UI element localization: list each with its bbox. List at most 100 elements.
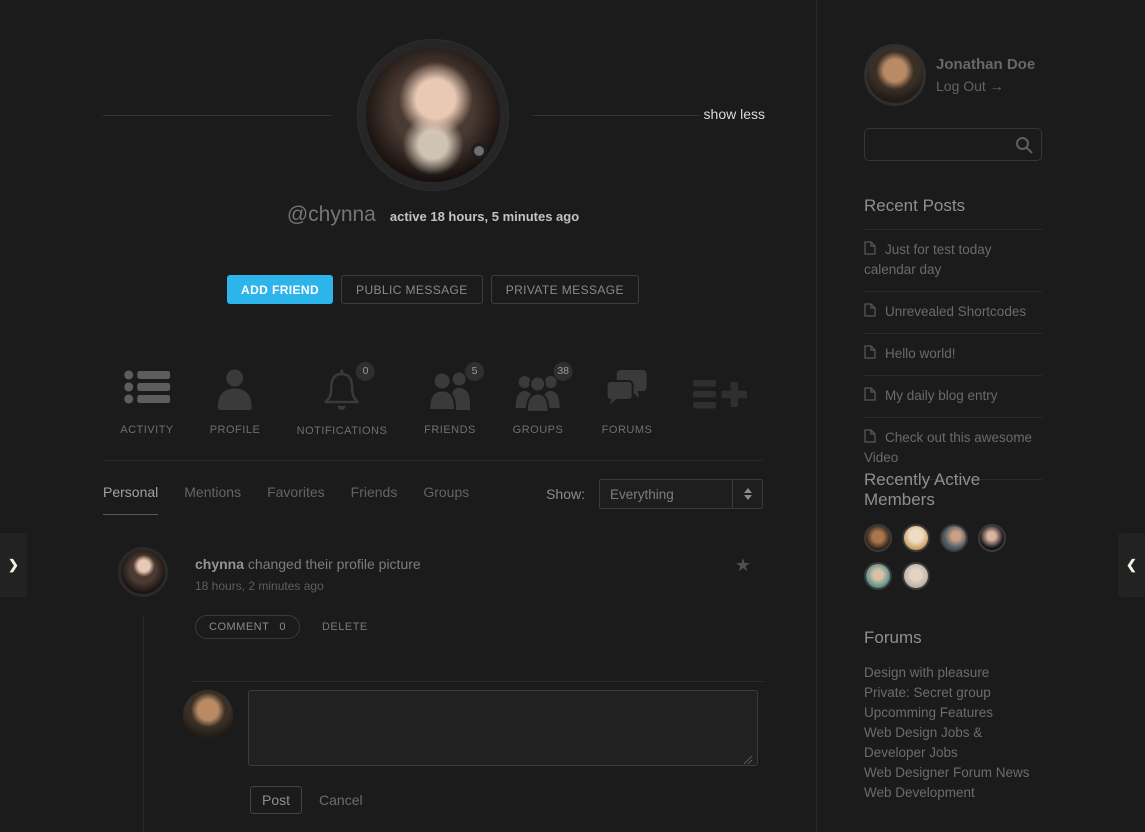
recent-post-link[interactable]: My daily blog entry bbox=[864, 376, 1042, 418]
nav-item-profile[interactable]: PROFILE bbox=[210, 368, 261, 436]
speech-bubbles-icon bbox=[605, 368, 649, 418]
recent-post-label: My daily blog entry bbox=[885, 388, 998, 403]
nav-item-add-new[interactable] bbox=[693, 376, 747, 426]
profile-actions: ADD FRIEND PUBLIC MESSAGE PRIVATE MESSAG… bbox=[103, 275, 763, 304]
header-divider-left bbox=[103, 115, 332, 116]
activity-item-actions: COMMENT 0 DELETE bbox=[195, 615, 368, 639]
activity-list-icon bbox=[124, 368, 170, 418]
active-members-widget: Recently Active Members bbox=[864, 470, 1042, 590]
document-icon bbox=[864, 431, 876, 446]
forum-link[interactable]: Design with pleasure bbox=[864, 663, 1042, 683]
delete-button[interactable]: DELETE bbox=[322, 621, 368, 633]
left-drawer-handle[interactable]: ❯ bbox=[0, 533, 27, 597]
username: @chynna bbox=[287, 203, 376, 227]
forums-title: Forums bbox=[864, 628, 1042, 648]
recent-posts-title: Recent Posts bbox=[864, 196, 1042, 216]
activity-item: chynna changed their profile picture 18 … bbox=[195, 556, 421, 593]
comment-textarea[interactable] bbox=[248, 690, 758, 766]
profile-avatar-ring bbox=[357, 39, 509, 191]
private-message-button[interactable]: PRIVATE MESSAGE bbox=[491, 275, 639, 304]
comment-count: 0 bbox=[279, 621, 286, 633]
comment-button[interactable]: COMMENT 0 bbox=[195, 615, 300, 639]
show-less-toggle[interactable]: show less bbox=[704, 106, 765, 122]
add-friend-button[interactable]: ADD FRIEND bbox=[227, 275, 333, 304]
nav-item-friends[interactable]: 5 FRIENDS bbox=[424, 368, 476, 436]
activity-author-avatar[interactable] bbox=[118, 547, 168, 597]
add-list-icon bbox=[693, 376, 747, 426]
forum-link[interactable]: Web Development bbox=[864, 783, 1042, 803]
sidebar-divider bbox=[816, 0, 817, 832]
forums-widget: Forums Design with pleasure Private: Sec… bbox=[864, 628, 1042, 803]
header-divider-right bbox=[533, 115, 700, 116]
member-avatar[interactable] bbox=[864, 562, 892, 590]
favorite-star-icon[interactable]: ★ bbox=[735, 555, 751, 576]
logout-link[interactable]: Log Out → bbox=[936, 78, 1035, 94]
person-icon bbox=[215, 368, 255, 418]
comment-form-actions: Post Cancel bbox=[250, 786, 363, 814]
activity-timestamp: 18 hours, 2 minutes ago bbox=[195, 579, 421, 593]
tab-mentions[interactable]: Mentions bbox=[184, 484, 241, 514]
recent-post-link[interactable]: Unrevealed Shortcodes bbox=[864, 292, 1042, 334]
logged-in-user-avatar[interactable] bbox=[864, 44, 926, 106]
recent-post-label: Hello world! bbox=[885, 346, 956, 361]
forum-link[interactable]: Private: Secret group bbox=[864, 683, 1042, 703]
member-avatar-grid bbox=[864, 524, 1024, 590]
member-avatar[interactable] bbox=[902, 524, 930, 552]
right-drawer-handle[interactable]: ❮ bbox=[1118, 533, 1145, 597]
recent-post-link[interactable]: Hello world! bbox=[864, 334, 1042, 376]
chevron-left-icon: ❮ bbox=[1126, 557, 1137, 573]
activity-action-text: changed their profile picture bbox=[248, 556, 421, 572]
recent-post-label: Check out this awesome Video bbox=[864, 430, 1032, 465]
tab-groups[interactable]: Groups bbox=[423, 484, 469, 514]
forum-link[interactable]: Web Designer Forum News bbox=[864, 763, 1042, 783]
activity-title: chynna changed their profile picture bbox=[195, 556, 421, 572]
profile-avatar[interactable] bbox=[366, 48, 500, 182]
nav-label: GROUPS bbox=[513, 424, 564, 436]
active-status: active 18 hours, 5 minutes ago bbox=[390, 209, 579, 224]
nav-label: NOTIFICATIONS bbox=[297, 425, 388, 437]
document-icon bbox=[864, 347, 876, 362]
document-icon bbox=[864, 305, 876, 320]
groups-badge: 38 bbox=[553, 362, 573, 381]
recent-post-link[interactable]: Just for test today calendar day bbox=[864, 230, 1042, 292]
profile-nav: ACTIVITY PROFILE 0 NOTIFICATIONS bbox=[103, 368, 763, 448]
show-filter-value: Everything bbox=[600, 487, 732, 502]
activity-thread-line bbox=[143, 615, 144, 832]
forum-link[interactable]: Upcomming Features bbox=[864, 703, 1042, 723]
public-message-button[interactable]: PUBLIC MESSAGE bbox=[341, 275, 483, 304]
document-icon bbox=[864, 389, 876, 404]
activity-author-link[interactable]: chynna bbox=[195, 556, 244, 572]
recent-posts-widget: Recent Posts Just for test today calenda… bbox=[864, 196, 1042, 480]
friends-badge: 5 bbox=[465, 362, 484, 381]
comment-form-divider bbox=[193, 681, 763, 682]
tab-favorites[interactable]: Favorites bbox=[267, 484, 325, 514]
recent-post-label: Unrevealed Shortcodes bbox=[885, 304, 1026, 319]
bell-icon: 0 bbox=[321, 368, 363, 418]
member-avatar[interactable] bbox=[864, 524, 892, 552]
search-icon[interactable] bbox=[1015, 136, 1033, 159]
cancel-button[interactable]: Cancel bbox=[319, 792, 363, 808]
logged-in-user-name[interactable]: Jonathan Doe bbox=[936, 56, 1035, 73]
nav-label: PROFILE bbox=[210, 424, 261, 436]
tab-friends[interactable]: Friends bbox=[351, 484, 398, 514]
nav-item-activity[interactable]: ACTIVITY bbox=[120, 368, 174, 436]
notifications-badge: 0 bbox=[356, 362, 375, 381]
show-filter-label: Show: bbox=[546, 486, 585, 502]
post-button[interactable]: Post bbox=[250, 786, 302, 814]
nav-item-forums[interactable]: FORUMS bbox=[602, 368, 653, 436]
member-avatar[interactable] bbox=[940, 524, 968, 552]
status-dot bbox=[471, 143, 487, 159]
show-filter-wrap: Show: Everything bbox=[546, 479, 763, 519]
forum-link[interactable]: Web Design Jobs & Developer Jobs bbox=[864, 723, 1042, 763]
nav-item-groups[interactable]: 38 GROUPS bbox=[513, 368, 564, 436]
active-members-title: Recently Active Members bbox=[864, 470, 1042, 510]
member-avatar[interactable] bbox=[902, 562, 930, 590]
nav-label: FORUMS bbox=[602, 424, 653, 436]
friends-icon: 5 bbox=[428, 368, 472, 418]
show-filter-select[interactable]: Everything bbox=[599, 479, 763, 509]
search-box bbox=[864, 128, 1042, 161]
main-content: show less @chynna active 18 hours, 5 min… bbox=[103, 0, 763, 832]
member-avatar[interactable] bbox=[978, 524, 1006, 552]
tab-personal[interactable]: Personal bbox=[103, 484, 158, 515]
nav-item-notifications[interactable]: 0 NOTIFICATIONS bbox=[297, 368, 388, 437]
